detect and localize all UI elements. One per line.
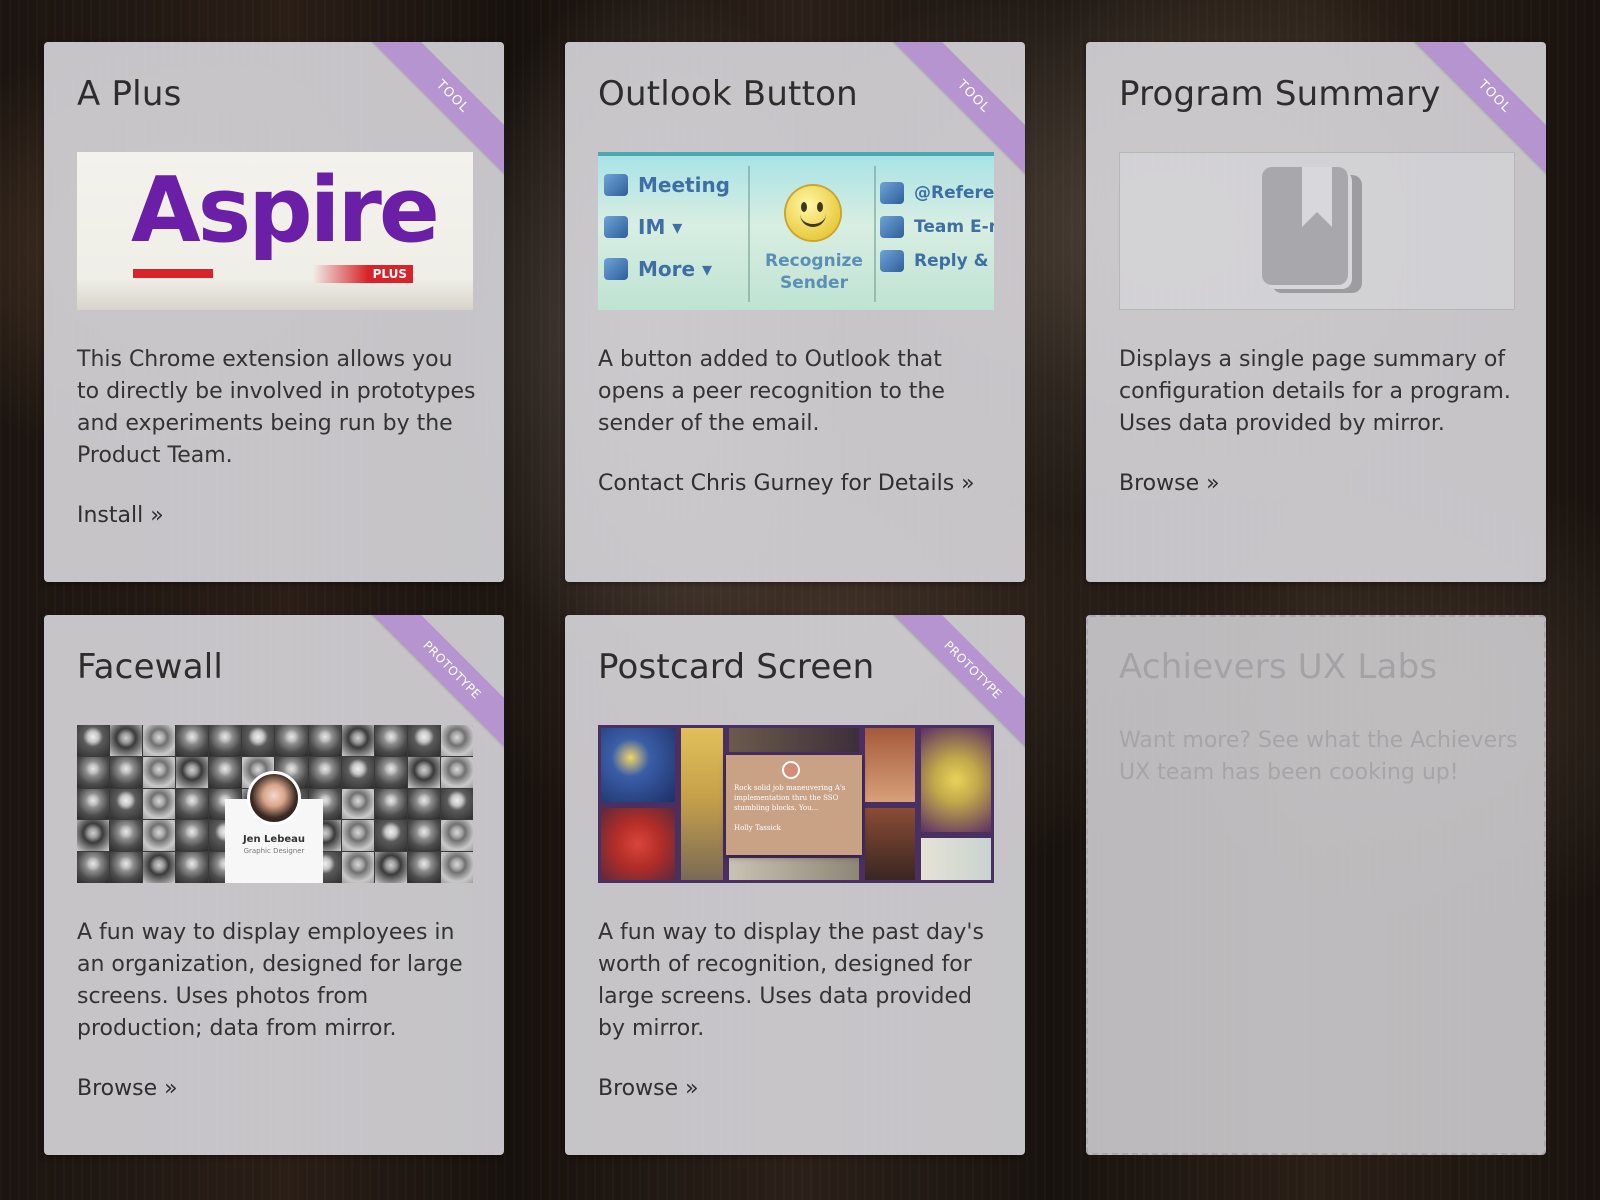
profile-name: Jen Lebeau (242, 834, 306, 845)
aspire-logo-text: Aspire (131, 158, 440, 263)
postcard-tile (726, 855, 862, 883)
reply-icon (880, 250, 904, 272)
card-description: Displays a single page summary of config… (1119, 347, 1511, 436)
card-description: A fun way to display the past day's wort… (598, 920, 984, 1041)
postcard-tile (678, 725, 726, 883)
postcard-image: Rock solid job maneuvering A's implement… (598, 725, 994, 883)
card-description: A button added to Outlook that opens a p… (598, 347, 945, 436)
summary-image-placeholder (1119, 152, 1515, 310)
card-title: A Plus (77, 74, 182, 114)
card-postcard-screen: PROTOTYPE Postcard Screen Rock solid job… (565, 615, 1025, 1155)
card-title: Postcard Screen (598, 647, 875, 687)
card-title: Program Summary (1119, 74, 1441, 114)
postcard-tile (726, 725, 862, 755)
card-title: Achievers UX Labs (1119, 647, 1438, 687)
logo-plus-badge: PLUS (313, 265, 413, 283)
postcard-tile (862, 805, 918, 883)
im-icon (604, 216, 628, 238)
note-text: Rock solid job maneuvering A's implement… (734, 784, 846, 812)
postcard-tile (598, 805, 678, 883)
card-outlook-button: TOOL Outlook Button Meeting IM ▾ More ▾ … (565, 42, 1025, 582)
card-achievers-ux-labs[interactable]: Achievers UX Labs Want more? See what th… (1086, 615, 1546, 1155)
smiley-icon (786, 186, 840, 240)
browse-link[interactable]: Browse » (1119, 468, 1220, 500)
browse-link[interactable]: Browse » (598, 1073, 699, 1105)
meeting-icon (604, 174, 628, 196)
team-email-icon (880, 216, 904, 238)
install-link[interactable]: Install » (77, 500, 164, 532)
profile-role: Graphic Designer (243, 847, 305, 855)
logo-red-bar (133, 269, 213, 278)
card-title: Facewall (77, 647, 224, 687)
reference-icon (880, 182, 904, 204)
more-item: More ▾ (598, 248, 730, 290)
team-email-item: Team E-ma (874, 210, 994, 244)
card-program-summary: TOOL Program Summary Displays a single p… (1086, 42, 1546, 582)
recognize-sender-label: Recognize Sender (765, 251, 863, 293)
aspire-plus-image: Aspire PLUS (77, 152, 473, 310)
facewall-image: Jen Lebeau Graphic Designer (77, 725, 473, 883)
im-item: IM ▾ (598, 206, 730, 248)
avatar (782, 761, 800, 779)
bookmark-icon (1302, 167, 1332, 227)
card-description: Want more? See what the Achievers UX tea… (1119, 728, 1518, 785)
reply-item: Reply & D (874, 244, 994, 278)
contact-details-link[interactable]: Contact Chris Gurney for Details » (598, 468, 975, 500)
ribbon-separator (748, 166, 750, 302)
more-icon (604, 258, 628, 280)
postcard-tile (918, 725, 994, 835)
reference-item: @Referen (874, 176, 994, 210)
card-description: This Chrome extension allows you to dire… (77, 347, 476, 468)
card-title: Outlook Button (598, 74, 858, 114)
browse-link[interactable]: Browse » (77, 1073, 178, 1105)
avatar (247, 771, 301, 825)
book-icon (1262, 167, 1348, 285)
outlook-ribbon-image: Meeting IM ▾ More ▾ Recognize Sender @Re… (598, 152, 994, 310)
card-facewall: PROTOTYPE Facewall Jen Lebeau Graphic De… (44, 615, 504, 1155)
meeting-item: Meeting (598, 164, 730, 206)
postcard-tile (918, 835, 994, 883)
card-a-plus: TOOL A Plus Aspire PLUS This Chrome exte… (44, 42, 504, 582)
postcard-tile (862, 725, 918, 805)
card-description: A fun way to display employees in an org… (77, 920, 463, 1041)
note-signature: Holly Tassick (734, 824, 781, 832)
recognition-note: Rock solid job maneuvering A's implement… (726, 755, 862, 855)
postcard-tile (598, 725, 678, 805)
